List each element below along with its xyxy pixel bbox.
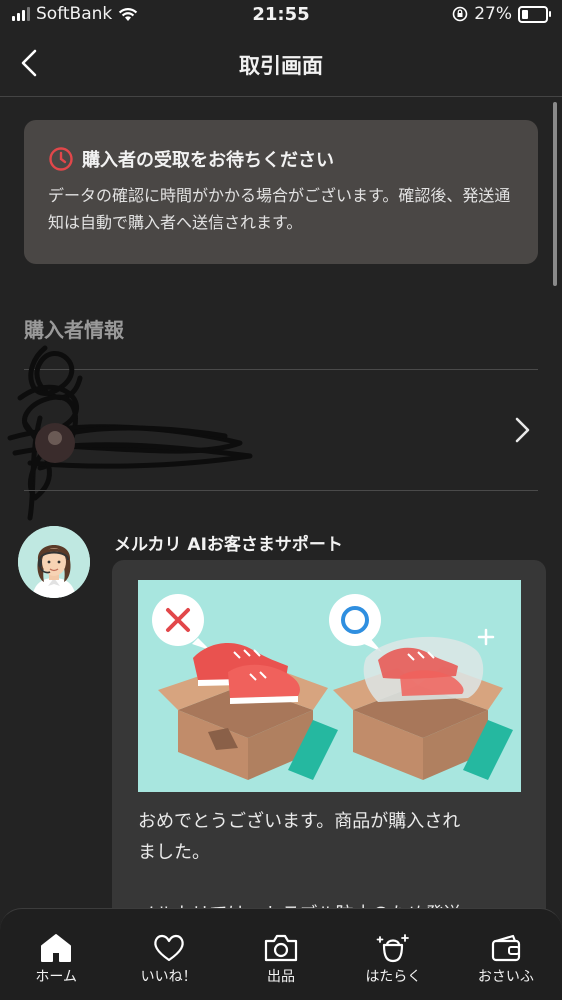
tab-work[interactable]: はたらく [337, 909, 449, 1000]
nav-bar: 取引画面 [0, 34, 562, 97]
correct-mark-icon [329, 594, 382, 652]
wrong-mark-icon [152, 594, 210, 650]
redaction-scribble [7, 345, 253, 521]
status-notice-card: 購入者の受取をお待ちください データの確認に時間がかかる場合がございます。確認後… [24, 120, 538, 264]
tab-likes[interactable]: いいね！ [112, 909, 224, 1000]
support-agent-name: メルカリ AIお客さまサポート [114, 535, 343, 555]
tab-label: はたらく [365, 969, 422, 985]
buyer-info-row[interactable] [0, 345, 562, 521]
tab-label: おさいふ [477, 969, 534, 985]
status-right: 27% [452, 4, 551, 24]
tab-sell[interactable]: 出品 [225, 909, 337, 1000]
home-icon [41, 934, 72, 962]
notice-body: データの確認に時間がかかる場合がございます。確認後、発送通知は自動で購入者へ送信… [48, 186, 511, 232]
clock-icon [49, 147, 73, 171]
page-title: 取引画面 [239, 54, 323, 78]
packaging-illustration [138, 580, 521, 792]
camera-icon [264, 934, 298, 962]
message-line: ました。 [138, 842, 210, 863]
support-agent-icon [18, 526, 90, 598]
bottom-tab-bar: ホーム いいね！ 出品 はたらく おさいふ [0, 908, 562, 1000]
divider [24, 490, 538, 491]
status-bar: SoftBank 21:55 27% [0, 0, 562, 32]
notice-header: 購入者の受取をお待ちください [48, 146, 514, 172]
work-bag-icon [377, 934, 410, 963]
support-avatar [18, 526, 90, 598]
battery-label: 27% [474, 4, 512, 24]
scrollbar[interactable] [553, 102, 557, 286]
wallet-icon [491, 934, 520, 962]
chevron-right-icon [515, 417, 530, 443]
support-message-bubble: おめでとうございます。商品が購入され ました。 メルカリでは、トラブル防止のため… [112, 560, 546, 960]
tab-label: ホーム [35, 969, 77, 985]
tab-label: 出品 [267, 969, 296, 985]
message-line: おめでとうございます。商品が購入され [138, 811, 461, 832]
tab-label: いいね！ [140, 969, 197, 985]
tab-home[interactable]: ホーム [0, 909, 112, 1000]
tab-wallet[interactable]: おさいふ [450, 909, 562, 1000]
heart-icon [153, 934, 184, 962]
battery-icon [518, 5, 551, 23]
notice-title: 購入者の受取をお待ちください [82, 150, 334, 171]
rotation-lock-icon [452, 6, 468, 22]
